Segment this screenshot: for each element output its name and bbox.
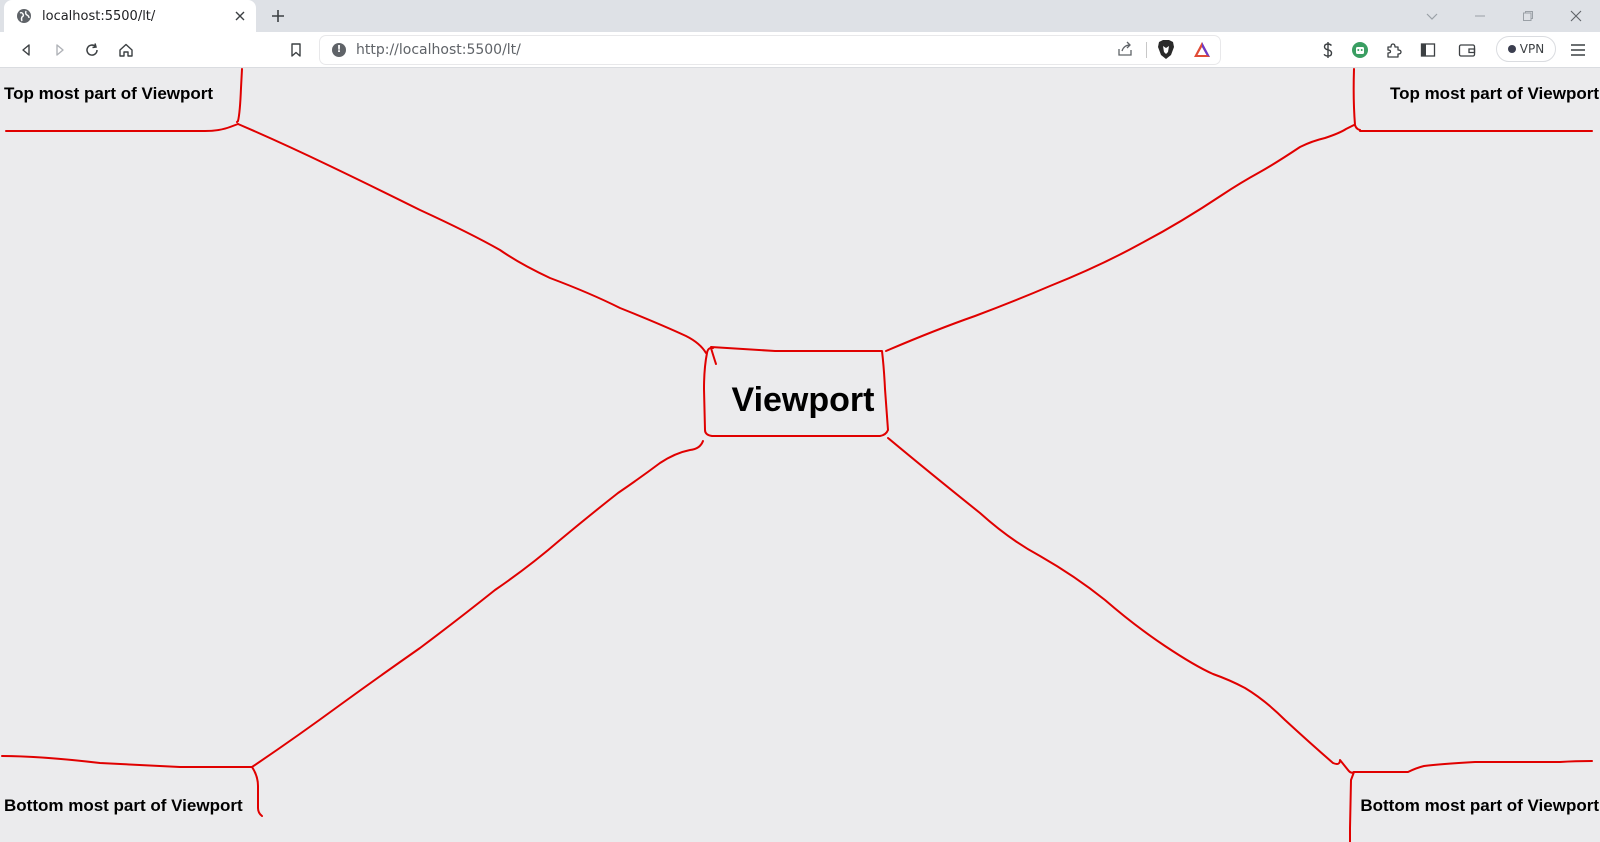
site-info-icon[interactable]: ! [332, 43, 346, 57]
page-viewport: Top most part of Viewport Top most part … [0, 68, 1600, 842]
red-annotation-drawing [1, 68, 1593, 842]
line-to-bottom-right [887, 437, 1355, 774]
line-to-top-right [885, 124, 1355, 352]
forward-icon[interactable] [48, 38, 72, 62]
extension-robot-icon[interactable] [1348, 38, 1372, 62]
globe-icon [16, 8, 32, 24]
brave-shield-icon[interactable] [1156, 39, 1176, 66]
restore-icon[interactable] [1516, 4, 1540, 28]
browser-tab[interactable]: localhost:5500/lt/ [4, 0, 256, 32]
address-bar[interactable]: ! http://localhost:5500/lt/ [320, 36, 1220, 64]
browser-toolbar: ! http://localhost:5500/lt/ VPN [0, 32, 1600, 68]
reload-icon[interactable] [80, 38, 104, 62]
extensions-puzzle-icon[interactable] [1382, 38, 1406, 62]
brave-rewards-icon[interactable] [1192, 40, 1212, 65]
dollar-icon[interactable] [1316, 38, 1340, 62]
close-tab-icon[interactable] [232, 8, 248, 24]
line-to-top-left [237, 123, 707, 354]
top-right-label: Top most part of Viewport [1389, 84, 1599, 103]
bottom-left-label: Bottom most part of Viewport [4, 796, 243, 815]
close-window-icon[interactable] [1564, 4, 1588, 28]
vpn-label: VPN [1519, 42, 1545, 56]
bottom-right-vertical-line [1349, 771, 1355, 842]
home-icon[interactable] [114, 38, 138, 62]
address-bar-divider [1146, 42, 1147, 58]
top-right-vertical-line [1352, 68, 1361, 131]
address-url[interactable]: http://localhost:5500/lt/ [356, 42, 521, 58]
new-tab-button[interactable] [268, 6, 288, 26]
bottom-left-horizontal-line [1, 755, 253, 768]
top-left-horizontal-line [5, 123, 239, 132]
sidebar-icon[interactable] [1416, 38, 1440, 62]
bottom-right-label: Bottom most part of Viewport [1360, 796, 1599, 815]
minimize-icon[interactable] [1468, 4, 1492, 28]
tab-strip: localhost:5500/lt/ [0, 0, 1600, 32]
tab-search-chevron-icon[interactable] [1420, 4, 1444, 28]
vpn-button[interactable]: VPN [1496, 36, 1556, 62]
back-icon[interactable] [14, 38, 38, 62]
top-left-vertical-line [236, 68, 243, 123]
wallet-icon[interactable] [1455, 38, 1479, 62]
top-left-label: Top most part of Viewport [4, 84, 214, 103]
bottom-right-horizontal-line [1353, 760, 1593, 773]
center-box-tick [710, 347, 717, 365]
viewport-heading: Viewport [731, 381, 875, 419]
vpn-status-icon [1507, 45, 1516, 53]
bookmark-icon[interactable] [284, 38, 308, 62]
tab-title: localhost:5500/lt/ [42, 8, 156, 24]
line-to-bottom-left [251, 440, 704, 768]
bottom-left-vertical-line [251, 766, 263, 817]
menu-hamburger-icon[interactable] [1566, 38, 1590, 62]
share-icon[interactable] [1116, 40, 1134, 63]
